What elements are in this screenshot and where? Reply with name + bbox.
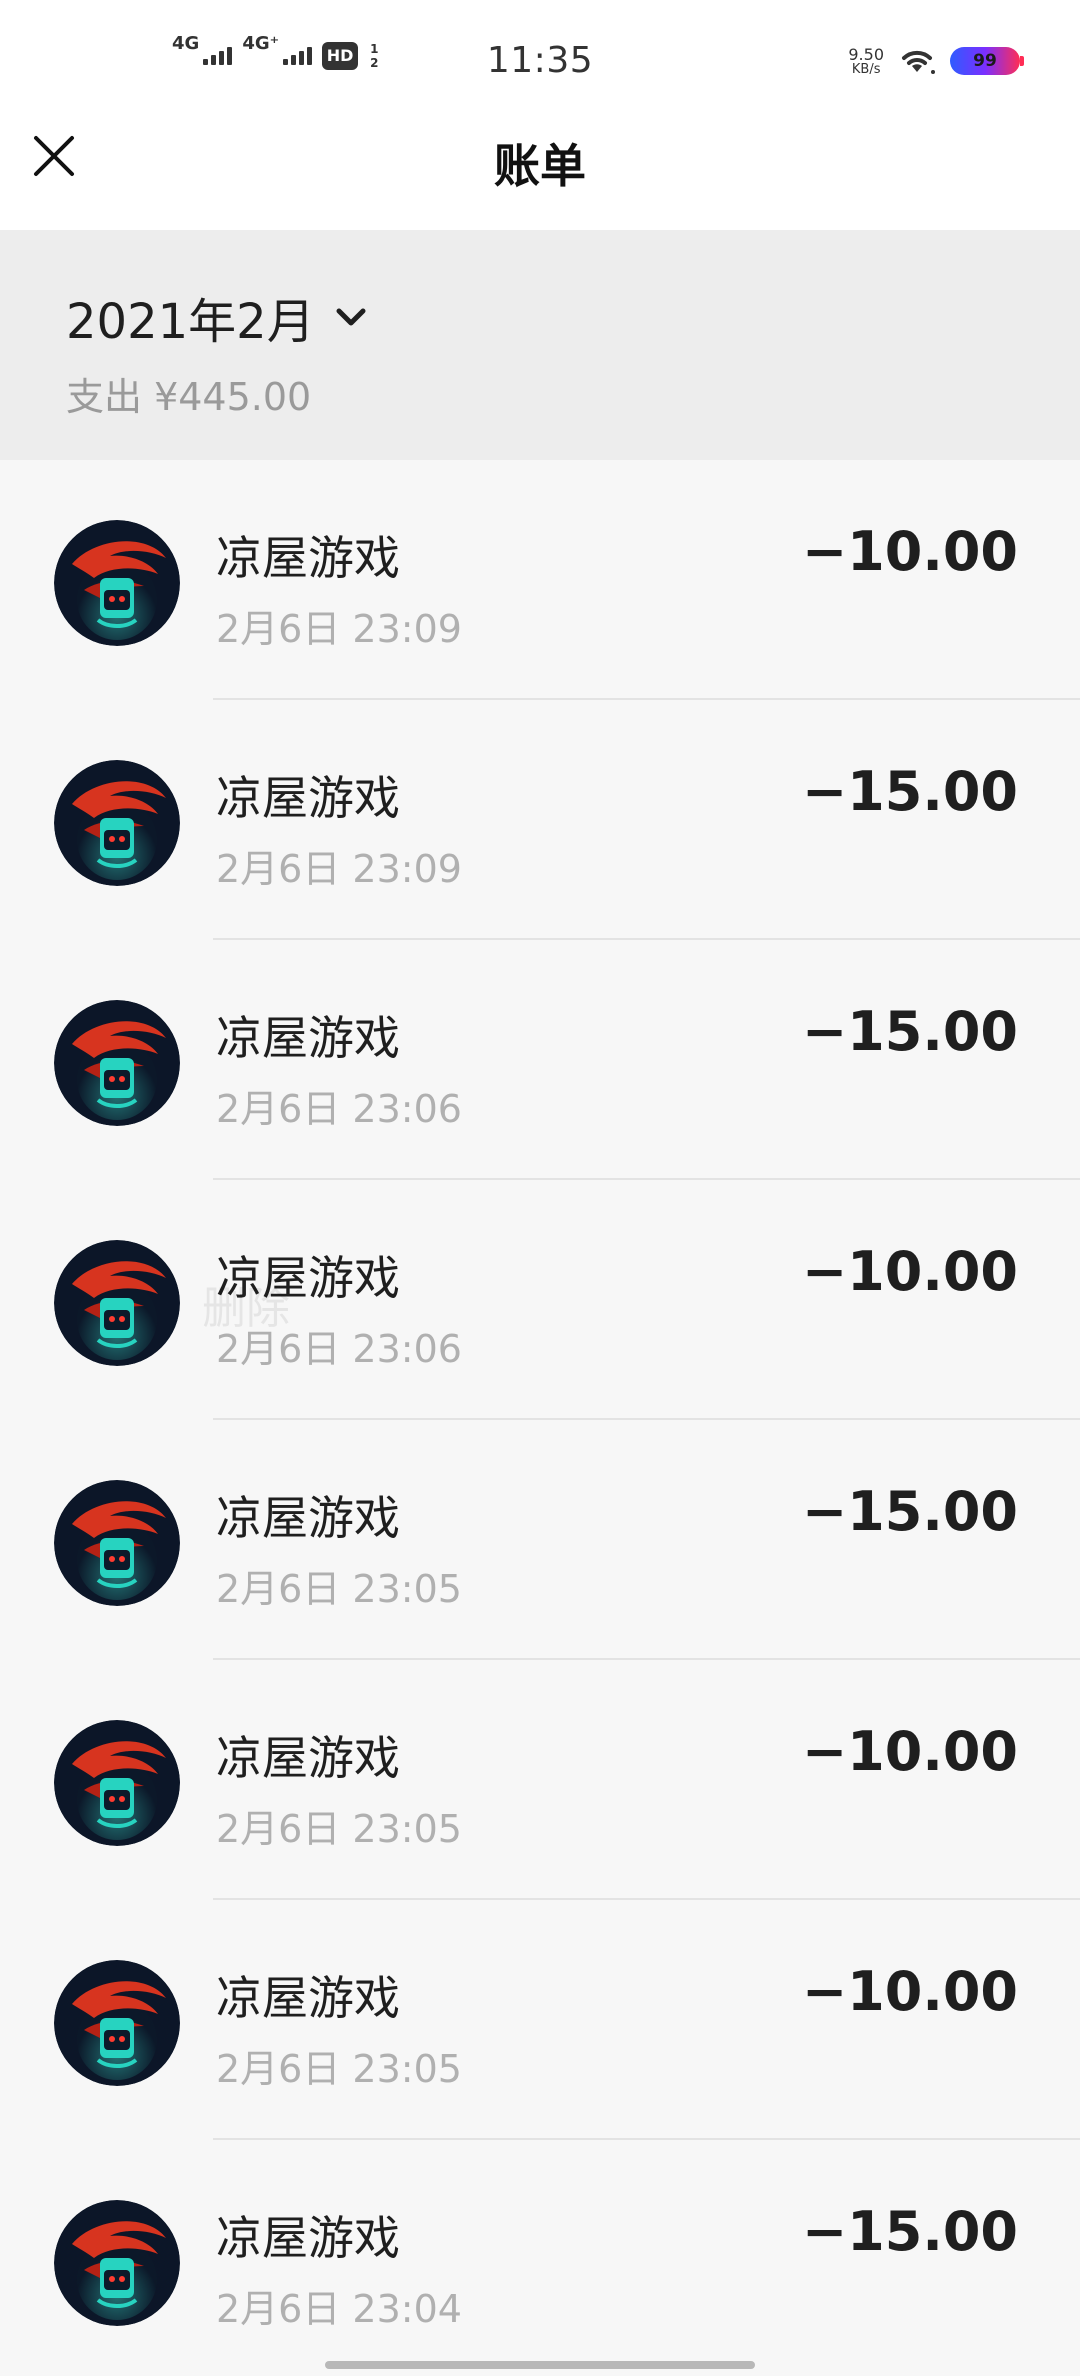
transaction-amount: −15.00 <box>801 760 1018 823</box>
merchant-avatar <box>54 1960 180 2086</box>
nav-header: 账单 <box>0 100 1080 230</box>
close-button[interactable] <box>28 130 80 182</box>
transaction-amount: −10.00 <box>801 1720 1018 1783</box>
transaction-amount: −10.00 <box>801 520 1018 583</box>
transaction-amount: −10.00 <box>801 1960 1018 2023</box>
transaction-amount: −15.00 <box>801 1000 1018 1063</box>
month-summary: 2021年2月 支出 ¥445.00 <box>0 230 1080 460</box>
merchant-avatar <box>54 1480 180 1606</box>
game-logo-icon <box>54 1480 180 1606</box>
merchant-avatar <box>54 760 180 886</box>
game-logo-icon <box>54 1240 180 1366</box>
network-speed: 9.50 KB/s <box>848 44 884 77</box>
battery-icon: 99 <box>950 47 1024 75</box>
list-item[interactable]: 凉屋游戏 2月6日 23:06 −15.00 <box>0 940 1080 1180</box>
merchant-name: 凉屋游戏 <box>216 1491 400 1545</box>
expense-total: 支出 ¥445.00 <box>66 375 312 419</box>
merchant-avatar <box>54 1240 180 1366</box>
status-right: 9.50 KB/s 99 <box>848 44 1024 77</box>
list-item[interactable]: 凉屋游戏 2月6日 23:05 −10.00 <box>0 1900 1080 2140</box>
game-logo-icon <box>54 2200 180 2326</box>
merchant-avatar <box>54 2200 180 2326</box>
merchant-name: 凉屋游戏 <box>216 771 400 825</box>
transaction-amount: −10.00 <box>801 1240 1018 1303</box>
list-item[interactable]: 凉屋游戏 2月6日 23:09 −10.00 <box>0 460 1080 700</box>
transaction-amount: −15.00 <box>801 2200 1018 2263</box>
list-item[interactable]: 凉屋游戏 2月6日 23:05 −10.00 <box>0 1660 1080 1900</box>
page-title: 账单 <box>494 139 586 193</box>
merchant-name: 凉屋游戏 <box>216 531 400 585</box>
bill-screen: 4G 4G⁺ HD 1 2 11:35 9.50 KB/s 99 账单 2021… <box>0 0 1080 2376</box>
close-icon <box>34 136 74 176</box>
transaction-time: 2月6日 23:05 <box>216 1567 462 1611</box>
transaction-time: 2月6日 23:09 <box>216 607 462 651</box>
home-indicator[interactable] <box>325 2361 755 2369</box>
chevron-down-icon <box>336 308 366 326</box>
transaction-time: 2月6日 23:05 <box>216 1807 462 1851</box>
list-item[interactable]: 凉屋游戏 2月6日 23:06 −10.00 <box>0 1180 1080 1420</box>
transaction-amount: −15.00 <box>801 1480 1018 1543</box>
transaction-time: 2月6日 23:05 <box>216 2047 462 2091</box>
transaction-time: 2月6日 23:09 <box>216 847 462 891</box>
merchant-name: 凉屋游戏 <box>216 1731 400 1785</box>
merchant-name: 凉屋游戏 <box>216 1011 400 1065</box>
merchant-avatar <box>54 1720 180 1846</box>
transaction-time: 2月6日 23:04 <box>216 2287 462 2331</box>
month-selector[interactable]: 2021年2月 <box>66 282 369 352</box>
merchant-avatar <box>54 520 180 646</box>
game-logo-icon <box>54 760 180 886</box>
merchant-name: 凉屋游戏 <box>216 1251 400 1305</box>
transaction-time: 2月6日 23:06 <box>216 1327 462 1371</box>
wifi-icon <box>902 50 935 74</box>
transaction-time: 2月6日 23:06 <box>216 1087 462 1131</box>
month-label: 2021年2月 <box>66 294 315 350</box>
merchant-avatar <box>54 1000 180 1126</box>
game-logo-icon <box>54 1720 180 1846</box>
transaction-list: 凉屋游戏 2月6日 23:09 −10.00 凉屋游戏 2月6日 23:09 −… <box>0 460 1080 2376</box>
game-logo-icon <box>54 1960 180 2086</box>
list-item[interactable]: 凉屋游戏 2月6日 23:05 −15.00 <box>0 1420 1080 1660</box>
merchant-name: 凉屋游戏 <box>216 1971 400 2025</box>
game-logo-icon <box>54 1000 180 1126</box>
list-item[interactable]: 凉屋游戏 2月6日 23:04 −15.00 <box>0 2140 1080 2376</box>
merchant-name: 凉屋游戏 <box>216 2211 400 2265</box>
list-item[interactable]: 凉屋游戏 2月6日 23:09 −15.00 <box>0 700 1080 940</box>
game-logo-icon <box>54 520 180 646</box>
